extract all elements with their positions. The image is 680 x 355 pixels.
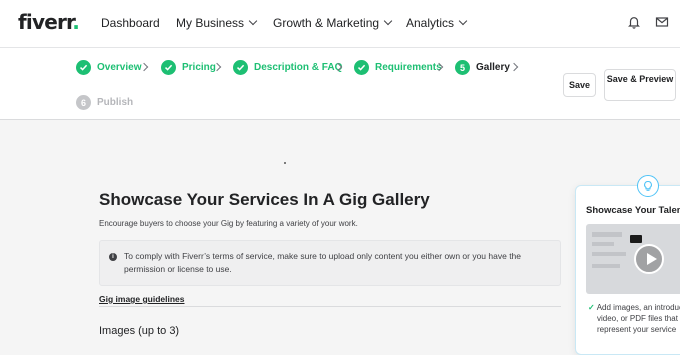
gig-image-guidelines-link[interactable]: Gig image guidelines bbox=[99, 294, 185, 304]
chevron-down-icon bbox=[383, 16, 393, 26]
check-icon bbox=[354, 60, 369, 75]
step-description-faq[interactable]: Description & FAQ bbox=[233, 60, 342, 75]
nav-my-business[interactable]: My Business bbox=[176, 16, 258, 30]
top-navigation: fiverr. Dashboard My Business Growth & M… bbox=[0, 0, 680, 48]
info-icon: i bbox=[109, 253, 117, 261]
envelope-icon[interactable] bbox=[655, 15, 669, 29]
nav-growth-marketing[interactable]: Growth & Marketing bbox=[273, 16, 393, 30]
page-title: Showcase Your Services In A Gig Gallery bbox=[99, 190, 430, 209]
tip-panel: Showcase Your Talent ✓ Add images, an int… bbox=[575, 185, 680, 355]
check-icon bbox=[233, 60, 248, 75]
check-icon: ✓ bbox=[588, 303, 595, 312]
nav-dashboard[interactable]: Dashboard bbox=[101, 16, 160, 30]
step-pricing[interactable]: Pricing bbox=[161, 60, 216, 75]
save-button[interactable]: Save bbox=[563, 73, 596, 97]
fiverr-logo[interactable]: fiverr. bbox=[18, 10, 80, 34]
thumbnail-line bbox=[592, 242, 614, 246]
terms-notice: i To comply with Fiverr’s terms of servi… bbox=[99, 240, 561, 286]
thumbnail-line bbox=[592, 264, 620, 268]
nav-analytics[interactable]: Analytics bbox=[406, 16, 468, 30]
thumbnail-badge bbox=[630, 235, 642, 243]
tip-video-thumbnail[interactable] bbox=[586, 224, 680, 294]
step-gallery[interactable]: 5 Gallery bbox=[455, 60, 510, 75]
save-and-preview-button[interactable]: Save & Preview bbox=[604, 69, 676, 101]
divider bbox=[99, 306, 561, 307]
check-icon bbox=[161, 60, 176, 75]
thumbnail-line bbox=[592, 232, 622, 237]
stray-dot bbox=[284, 162, 286, 164]
page-subtitle: Encourage buyers to choose your Gig by f… bbox=[99, 219, 358, 228]
lightbulb-icon bbox=[637, 175, 659, 197]
check-icon bbox=[76, 60, 91, 75]
notice-text: To comply with Fiverr’s terms of service… bbox=[124, 251, 522, 274]
tip-text: ✓Add images, an introduction video, or P… bbox=[588, 303, 680, 334]
step-overview[interactable]: Overview bbox=[76, 60, 141, 75]
step-requirements[interactable]: Requirements bbox=[354, 60, 442, 75]
chevron-down-icon bbox=[458, 16, 468, 26]
chevron-down-icon bbox=[248, 16, 258, 26]
thumbnail-line bbox=[592, 252, 626, 256]
step-publish[interactable]: 6 Publish bbox=[76, 95, 133, 110]
bell-icon[interactable] bbox=[627, 15, 641, 29]
images-section-label: Images (up to 3) bbox=[99, 325, 180, 337]
play-icon[interactable] bbox=[634, 244, 664, 274]
tip-title: Showcase Your Talent bbox=[586, 205, 680, 216]
